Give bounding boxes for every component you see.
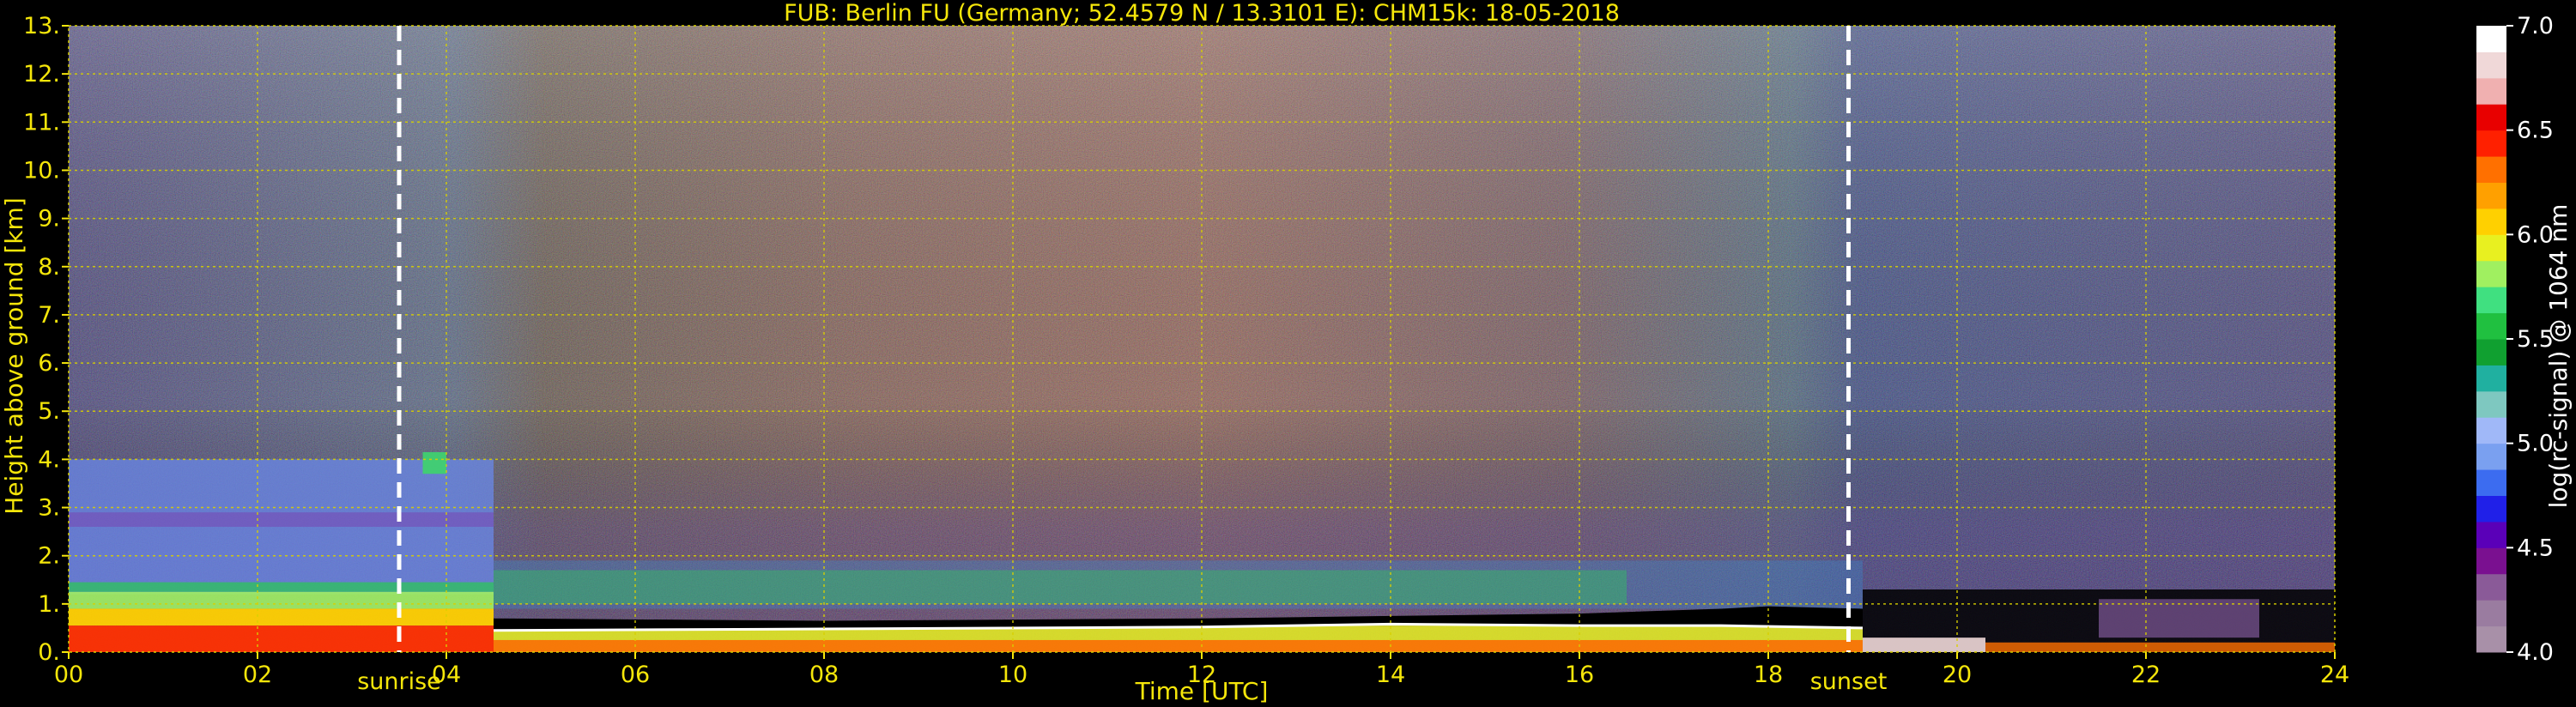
colorbar-segment — [2476, 312, 2506, 340]
y-axis-title: Height above ground [km] — [0, 197, 28, 515]
colorbar-segment — [2476, 625, 2506, 653]
x-tick-label: 20 — [1943, 662, 1972, 688]
y-axis-ticks: 0.1.2.3.4.5.6.7.8.9.10.11.12.13. — [23, 13, 69, 666]
y-tick-label: 2. — [38, 543, 60, 570]
x-tick-label: 18 — [1754, 662, 1783, 688]
y-tick-label: 12. — [23, 61, 60, 88]
lower-boundary-layer — [69, 625, 494, 652]
colorbar-tick-label: 7.0 — [2517, 13, 2554, 39]
x-tick-label: 22 — [2131, 662, 2161, 688]
colorbar: 4.04.55.05.56.06.57.0 — [2476, 13, 2554, 666]
colorbar-segment — [2476, 469, 2506, 496]
marker-label-sunset: sunset — [1810, 668, 1888, 695]
cloud-patch — [422, 451, 446, 474]
colorbar-segment — [2476, 600, 2506, 627]
y-tick-label: 3. — [38, 495, 60, 522]
y-tick-label: 4. — [38, 446, 60, 473]
colorbar-segment — [2476, 77, 2506, 105]
green-layer — [69, 582, 494, 592]
colorbar-title: log(rc-signal) @ 1064 nm — [2544, 204, 2573, 509]
colorbar-segment — [2476, 182, 2506, 209]
marker-label-sunrise: sunrise — [357, 668, 441, 695]
colorbar-segment — [2476, 417, 2506, 444]
x-tick-label: 06 — [621, 662, 650, 688]
chart-title: FUB: Berlin FU (Germany; 52.4579 N / 13.… — [784, 0, 1620, 27]
colorbar-segment — [2476, 260, 2506, 287]
y-tick-label: 7. — [38, 302, 60, 329]
x-tick-label: 08 — [809, 662, 839, 688]
x-tick-label: 10 — [998, 662, 1027, 688]
colorbar-tick-label: 4.5 — [2517, 535, 2554, 561]
y-tick-label: 13. — [23, 13, 60, 39]
y-tick-label: 5. — [38, 398, 60, 425]
colorbar-segment — [2476, 521, 2506, 548]
colorbar-segment — [2476, 573, 2506, 601]
colorbar-segment — [2476, 547, 2506, 575]
y-tick-label: 6. — [38, 350, 60, 377]
mixed-layer-green — [494, 570, 1627, 604]
y-tick-label: 9. — [38, 206, 60, 233]
colorbar-segment — [2476, 26, 2506, 52]
colorbar-segment — [2476, 130, 2506, 157]
upper-boundary-layer — [69, 591, 494, 609]
mid-boundary-layer — [69, 608, 494, 626]
night-low-layer — [1985, 642, 2335, 652]
lidar-chart: FUB: Berlin FU (Germany; 52.4579 N / 13.… — [0, 0, 2573, 705]
colorbar-segment — [2476, 104, 2506, 131]
y-tick-label: 10. — [23, 157, 60, 184]
x-tick-label: 04 — [432, 662, 461, 688]
x-tick-label: 16 — [1565, 662, 1594, 688]
x-tick-label: 14 — [1376, 662, 1405, 688]
x-tick-label: 02 — [243, 662, 272, 688]
colorbar-tick-label: 4.0 — [2517, 639, 2554, 666]
night-cloud-cluster — [2099, 599, 2259, 638]
y-tick-label: 1. — [38, 591, 60, 618]
colorbar-segment — [2476, 365, 2506, 392]
colorbar-tick-label: 6.5 — [2517, 118, 2554, 144]
colorbar-segment — [2476, 156, 2506, 183]
x-tick-label: 00 — [54, 662, 83, 688]
x-tick-label: 24 — [2320, 662, 2349, 688]
night-surface-layer — [1863, 638, 1985, 652]
colorbar-segment — [2476, 443, 2506, 470]
colorbar-segment — [2476, 208, 2506, 235]
colorbar-segment — [2476, 51, 2506, 79]
elevated-layer — [69, 512, 494, 527]
surface-layer-low — [494, 639, 1863, 652]
y-tick-label: 11. — [23, 109, 60, 136]
colorbar-segment — [2476, 234, 2506, 262]
colorbar-segment — [2476, 339, 2506, 366]
colorbar-segment — [2476, 495, 2506, 523]
y-tick-label: 8. — [38, 254, 60, 281]
colorbar-segment — [2476, 390, 2506, 418]
x-axis-title: Time [UTC] — [1135, 677, 1269, 705]
colorbar-segment — [2476, 287, 2506, 314]
